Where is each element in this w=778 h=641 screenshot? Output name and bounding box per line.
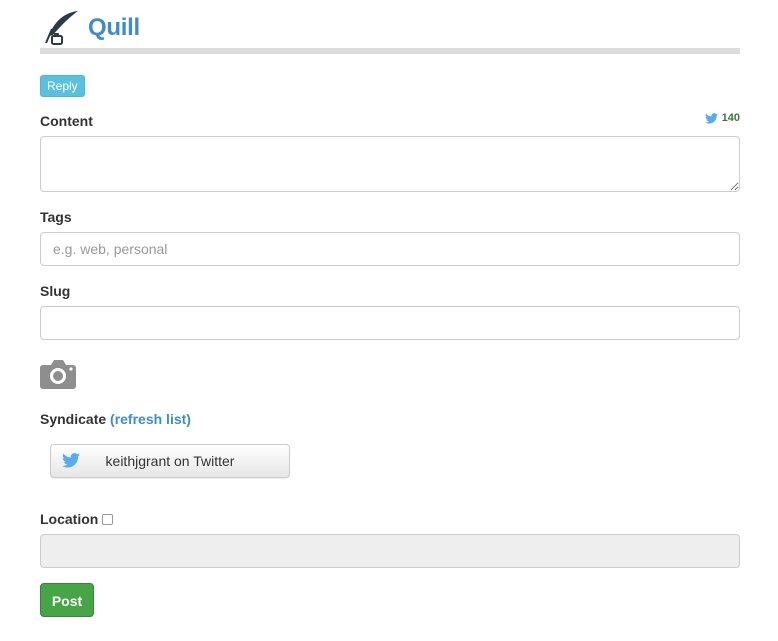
tags-label: Tags [40,209,72,225]
syndicate-target-label: keithjgrant on Twitter [105,453,235,469]
post-button[interactable]: Post [40,583,94,617]
app-title: Quill [88,14,140,41]
location-checkbox[interactable] [102,514,114,525]
content-textarea[interactable] [40,136,740,192]
slug-label: Slug [40,283,71,299]
location-label: Location [40,511,99,527]
twitter-bird-icon [704,112,718,124]
location-heading: Location [40,511,114,527]
syndicate-label: Syndicate [40,411,107,427]
reply-button[interactable]: Reply [40,75,85,97]
slug-input[interactable] [40,306,740,340]
refresh-list-link[interactable]: (refresh list) [110,411,191,427]
twitter-bird-icon [62,453,80,468]
app-brand[interactable]: Quill [40,8,140,48]
character-count: 140 [721,112,740,124]
header-divider [40,48,740,54]
camera-icon[interactable] [40,357,76,389]
location-input [40,534,740,568]
content-label: Content [40,113,93,129]
character-counter: 140 [704,112,740,124]
tags-input[interactable] [40,232,740,266]
syndicate-twitter-button[interactable]: keithjgrant on Twitter [50,444,290,478]
syndicate-heading: Syndicate (refresh list) [40,411,191,427]
quill-pen-icon [45,11,78,45]
